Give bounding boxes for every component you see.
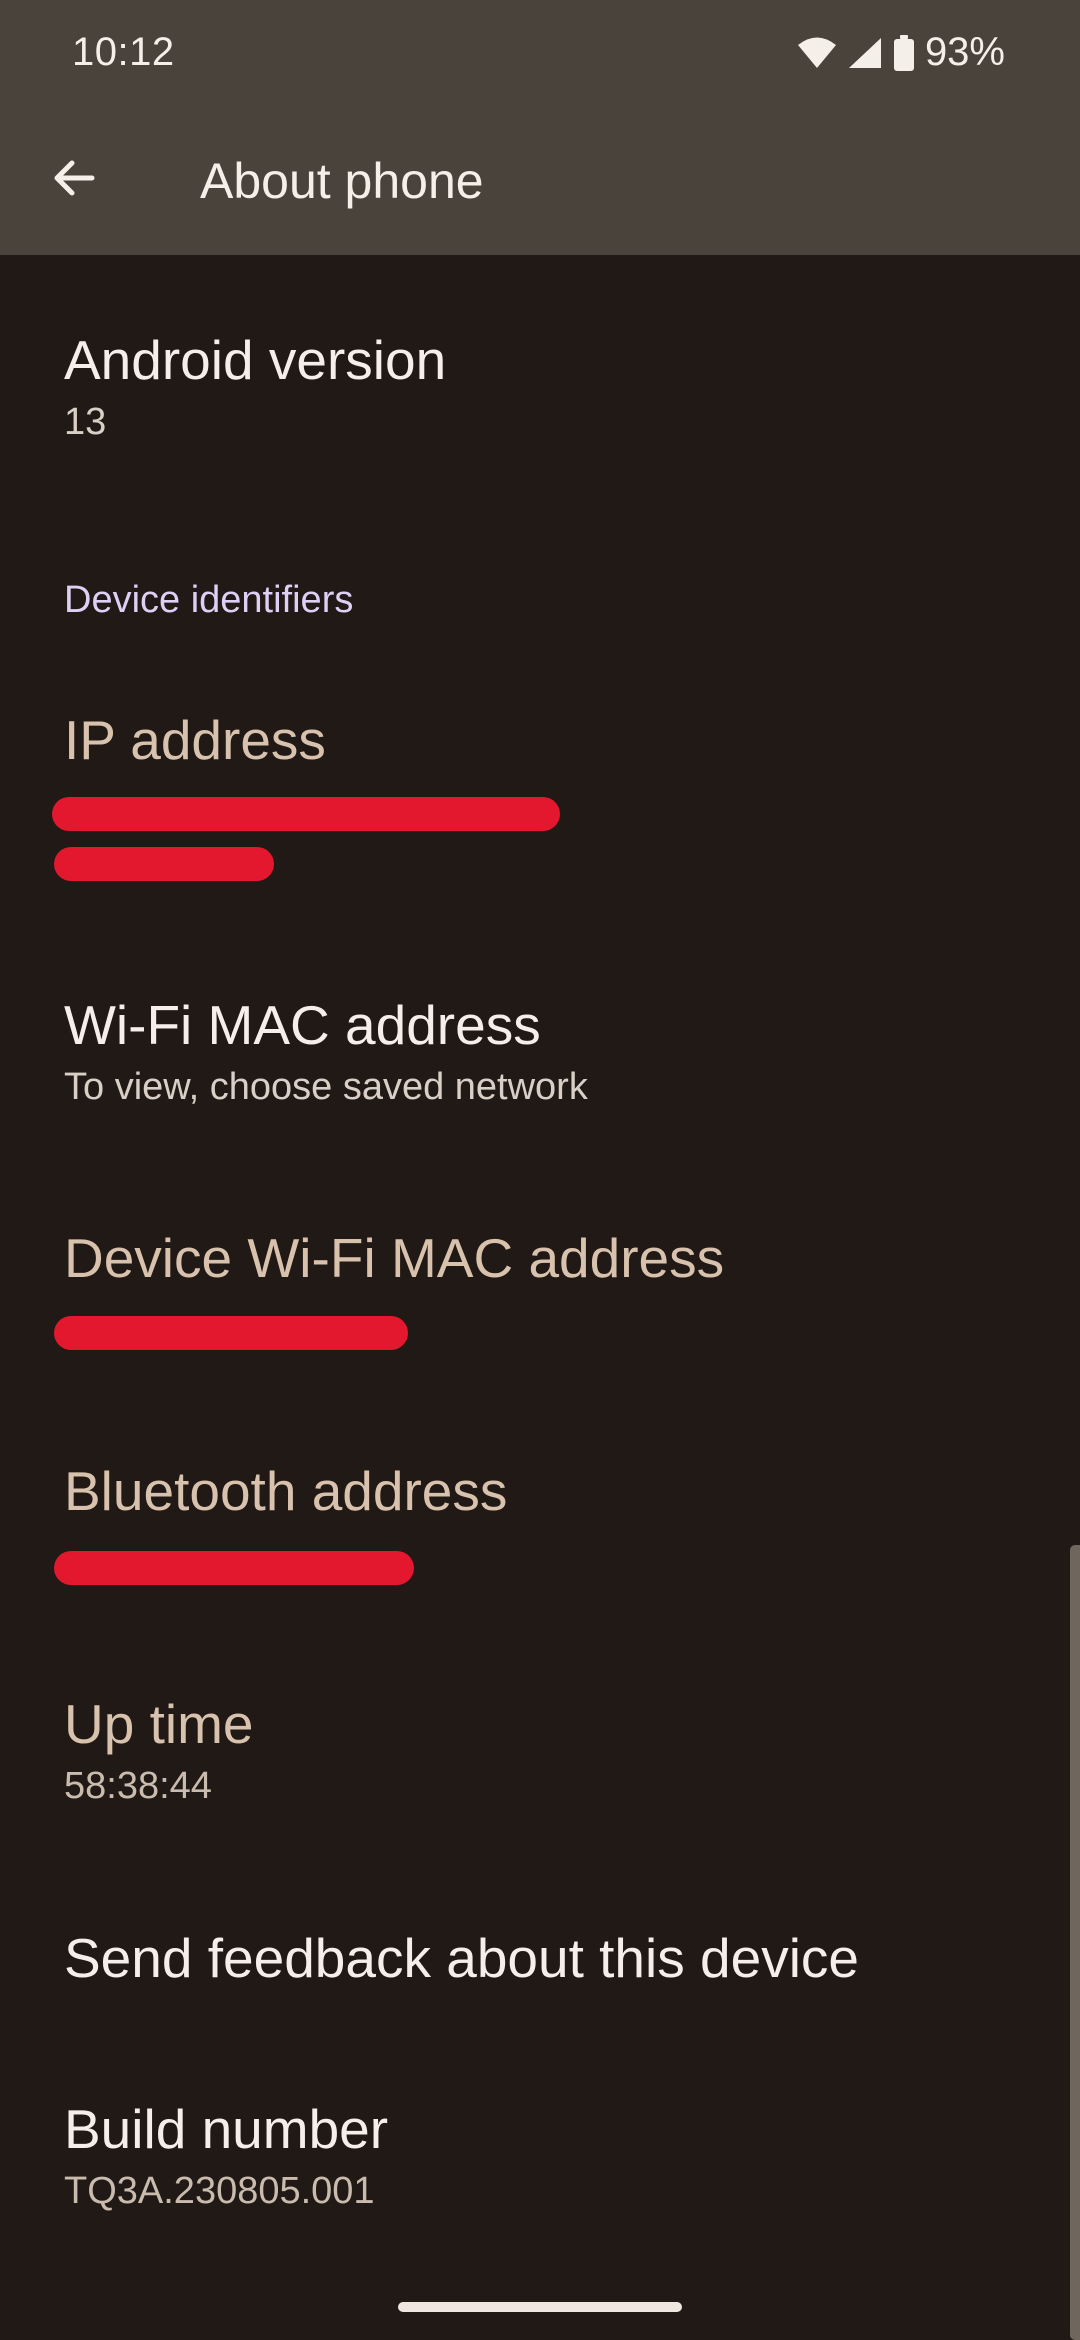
item-title: Up time (64, 1693, 254, 1755)
device-wifi-mac-address-item[interactable]: Device Wi-Fi MAC address (64, 1223, 1016, 1293)
item-value: TQ3A.230805.001 (64, 2170, 375, 2212)
redaction-mark (54, 1551, 414, 1585)
item-title: Wi-Fi MAC address (64, 994, 541, 1056)
redaction-mark (54, 1316, 408, 1350)
item-title: Build number (64, 2098, 389, 2160)
item-value: To view, choose saved network (64, 1066, 588, 1108)
status-time: 10:12 (72, 30, 175, 74)
back-button[interactable] (44, 150, 104, 210)
up-time-item[interactable]: Up time 58:38:44 (64, 1689, 1016, 1811)
gesture-navigation-bar[interactable] (398, 2302, 682, 2312)
wifi-mac-address-item[interactable]: Wi-Fi MAC address To view, choose saved … (64, 990, 1016, 1112)
battery-icon (893, 34, 915, 71)
battery-percent: 93% (924, 30, 1005, 74)
build-number-item[interactable]: Build number TQ3A.230805.001 (64, 2094, 1016, 2216)
section-header-device-identifiers: Device identifiers (64, 579, 354, 621)
redaction-mark (54, 847, 274, 881)
ip-address-item[interactable]: IP address (64, 705, 1016, 775)
bluetooth-address-item[interactable]: Bluetooth address (64, 1456, 1016, 1526)
send-feedback-item[interactable]: Send feedback about this device (64, 1923, 1016, 1993)
page-title: About phone (200, 153, 484, 209)
wifi-icon (797, 36, 837, 70)
item-title: Device Wi-Fi MAC address (64, 1227, 725, 1289)
scrollbar[interactable] (1070, 1545, 1080, 2340)
android-version-item[interactable]: Android version 13 (64, 325, 1016, 447)
item-title: Android version (64, 329, 447, 391)
cell-signal-icon (847, 36, 883, 70)
arrow-back-icon (50, 154, 98, 207)
about-phone-screen: 10:12 93% About phone Android version 13… (0, 0, 1080, 2340)
item-title: Bluetooth address (64, 1460, 508, 1522)
top-bar: 10:12 93% About phone (0, 0, 1080, 255)
item-value: 13 (64, 401, 107, 443)
redaction-mark (52, 797, 560, 831)
item-title: Send feedback about this device (64, 1927, 860, 1989)
item-value: 58:38:44 (64, 1765, 212, 1807)
item-title: IP address (64, 709, 326, 771)
status-icons: 93% (797, 30, 1005, 75)
